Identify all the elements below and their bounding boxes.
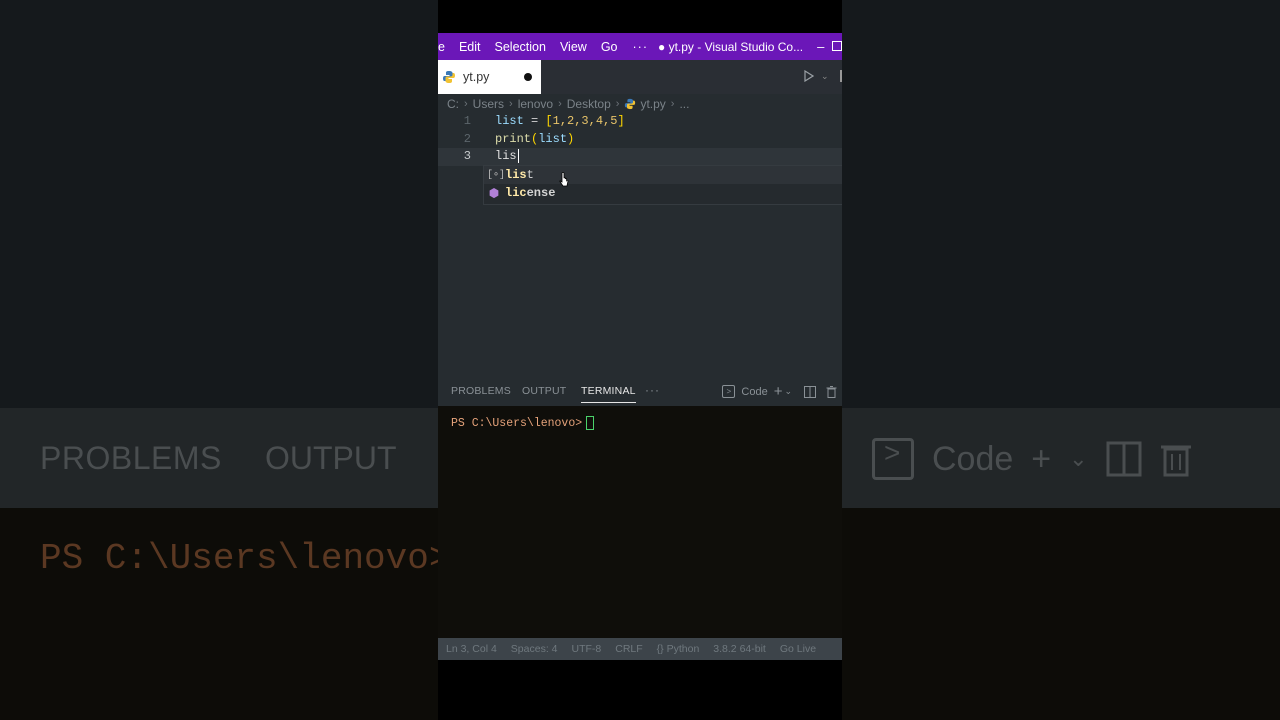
blurred-terminal-icon: [872, 437, 914, 480]
new-terminal-icon[interactable]: +: [774, 383, 783, 400]
code-line: 1 list = [1,2,3,4,5]: [438, 113, 842, 131]
chevron-down-icon[interactable]: ⌄: [821, 71, 829, 82]
menu-more[interactable]: ···: [625, 40, 657, 54]
code-editor[interactable]: C: › Users › lenovo › Desktop › yt.py › ... 1…: [438, 94, 842, 378]
code-line-current: 3 lis: [438, 148, 842, 166]
status-interpreter[interactable]: 3.8.2 64-bit: [713, 643, 766, 655]
tab-label: yt.py: [463, 70, 490, 84]
menu-go[interactable]: Go: [594, 40, 625, 54]
blurred-trash-icon: [1160, 445, 1191, 477]
panel-actions: > Code + ⌄: [722, 383, 837, 400]
line-number: 2: [463, 131, 471, 146]
status-go-live[interactable]: Go Live: [780, 643, 816, 655]
menu-view[interactable]: View: [553, 40, 594, 54]
minimize-button[interactable]: –: [817, 39, 824, 54]
code-text: print(list): [495, 131, 575, 146]
terminal-icon[interactable]: >: [722, 385, 736, 398]
blurred-split-icon: [1106, 441, 1142, 477]
breadcrumb-drive[interactable]: C:: [447, 97, 459, 111]
autocomplete-widget: [∘] list ⬢ license: [483, 165, 842, 205]
blurred-terminal-prompt: PS C:\Users\lenovo>: [40, 538, 438, 579]
editor-tab-bar: yt.py: [438, 60, 842, 94]
status-bar: Ln 3, Col 4 Spaces: 4 UTF-8 CRLF {} Pyth…: [438, 638, 842, 660]
breadcrumb-lenovo[interactable]: lenovo: [518, 97, 553, 111]
tab-problems[interactable]: PROBLEMS: [451, 385, 511, 397]
menu-selection[interactable]: Selection: [488, 40, 553, 54]
title-bar: e Edit Selection View Go ··· ● yt.py - V…: [438, 33, 842, 60]
tab-terminal[interactable]: TERMINAL: [581, 385, 636, 403]
status-indentation[interactable]: Spaces: 4: [511, 643, 558, 655]
python-icon: [625, 98, 636, 110]
maximize-button[interactable]: [832, 41, 842, 51]
blurred-background-left: PROBLEMS OUTPUT PS C:\Users\lenovo>: [0, 0, 438, 720]
panel-tab-bar: PROBLEMS OUTPUT TERMINAL ··· > Code + ⌄: [438, 378, 842, 406]
vscode-window: e Edit Selection View Go ··· ● yt.py - V…: [438, 0, 842, 720]
mouse-pointer-icon: [559, 172, 569, 187]
terminal-cursor: [586, 416, 595, 430]
chevron-down-icon[interactable]: ⌄: [784, 386, 792, 397]
module-icon: ⬢: [488, 186, 500, 201]
blurred-terminal-area: [842, 508, 1280, 720]
suggestion-item[interactable]: ⬢ license: [484, 184, 842, 202]
menu-file[interactable]: e: [438, 40, 452, 54]
variable-icon: [∘]: [487, 170, 506, 181]
window-title: ● yt.py - Visual Studio Co...: [658, 39, 804, 54]
letterbox-bottom: [438, 660, 842, 720]
line-number: 1: [463, 114, 471, 128]
code-lines: 1 list = [1,2,3,4,5] 2 print(list) 3 lis: [438, 113, 842, 166]
python-icon: [443, 71, 455, 83]
blurred-problems-label: PROBLEMS: [40, 440, 222, 476]
shell-label[interactable]: Code: [741, 386, 767, 398]
status-cursor-position[interactable]: Ln 3, Col 4: [446, 643, 497, 655]
text-cursor: [517, 148, 520, 163]
tab-yt-py[interactable]: yt.py: [438, 60, 541, 94]
blurred-background-right: Code + ⌄: [842, 0, 1280, 720]
status-encoding[interactable]: UTF-8: [572, 643, 602, 655]
terminal-prompt: PS C:\Users\lenovo>: [451, 417, 583, 431]
blurred-chevron-icon: ⌄: [1069, 446, 1088, 471]
breadcrumb-file[interactable]: yt.py: [640, 97, 665, 111]
tab-output[interactable]: OUTPUT: [522, 385, 566, 397]
blurred-code-label: Code: [932, 439, 1014, 478]
breadcrumb-symbol[interactable]: ...: [679, 97, 689, 111]
panel-more-button[interactable]: ···: [645, 383, 660, 397]
suggestion-label: list: [505, 168, 534, 182]
suggestion-item[interactable]: [∘] list: [484, 166, 842, 184]
blurred-output-label: OUTPUT: [265, 440, 397, 476]
run-icon[interactable]: [804, 70, 814, 82]
unsaved-dot-icon[interactable]: [524, 73, 532, 81]
split-editor-icon[interactable]: [840, 70, 842, 82]
breadcrumb: C: › Users › lenovo › Desktop › yt.py › ...: [447, 97, 690, 111]
code-line: 2 print(list): [438, 131, 842, 149]
menu-edit[interactable]: Edit: [452, 40, 488, 54]
code-text: list = [1,2,3,4,5]: [495, 114, 625, 128]
status-language[interactable]: {} Python: [657, 643, 700, 655]
blurred-panel-actions: Code + ⌄: [872, 437, 1192, 480]
terminal-output[interactable]: PS C:\Users\lenovo>: [451, 416, 595, 431]
split-terminal-icon[interactable]: [804, 385, 816, 398]
trash-icon[interactable]: [826, 385, 837, 398]
bottom-panel: PROBLEMS OUTPUT TERMINAL ··· > Code + ⌄ …: [438, 378, 842, 638]
code-text: lis: [495, 148, 520, 166]
status-line-ending[interactable]: CRLF: [615, 643, 642, 655]
breadcrumb-desktop[interactable]: Desktop: [567, 97, 611, 111]
blurred-plus-icon: +: [1031, 439, 1052, 478]
breadcrumb-users[interactable]: Users: [473, 97, 504, 111]
suggestion-label: license: [505, 186, 556, 200]
line-number: 3: [463, 149, 471, 163]
